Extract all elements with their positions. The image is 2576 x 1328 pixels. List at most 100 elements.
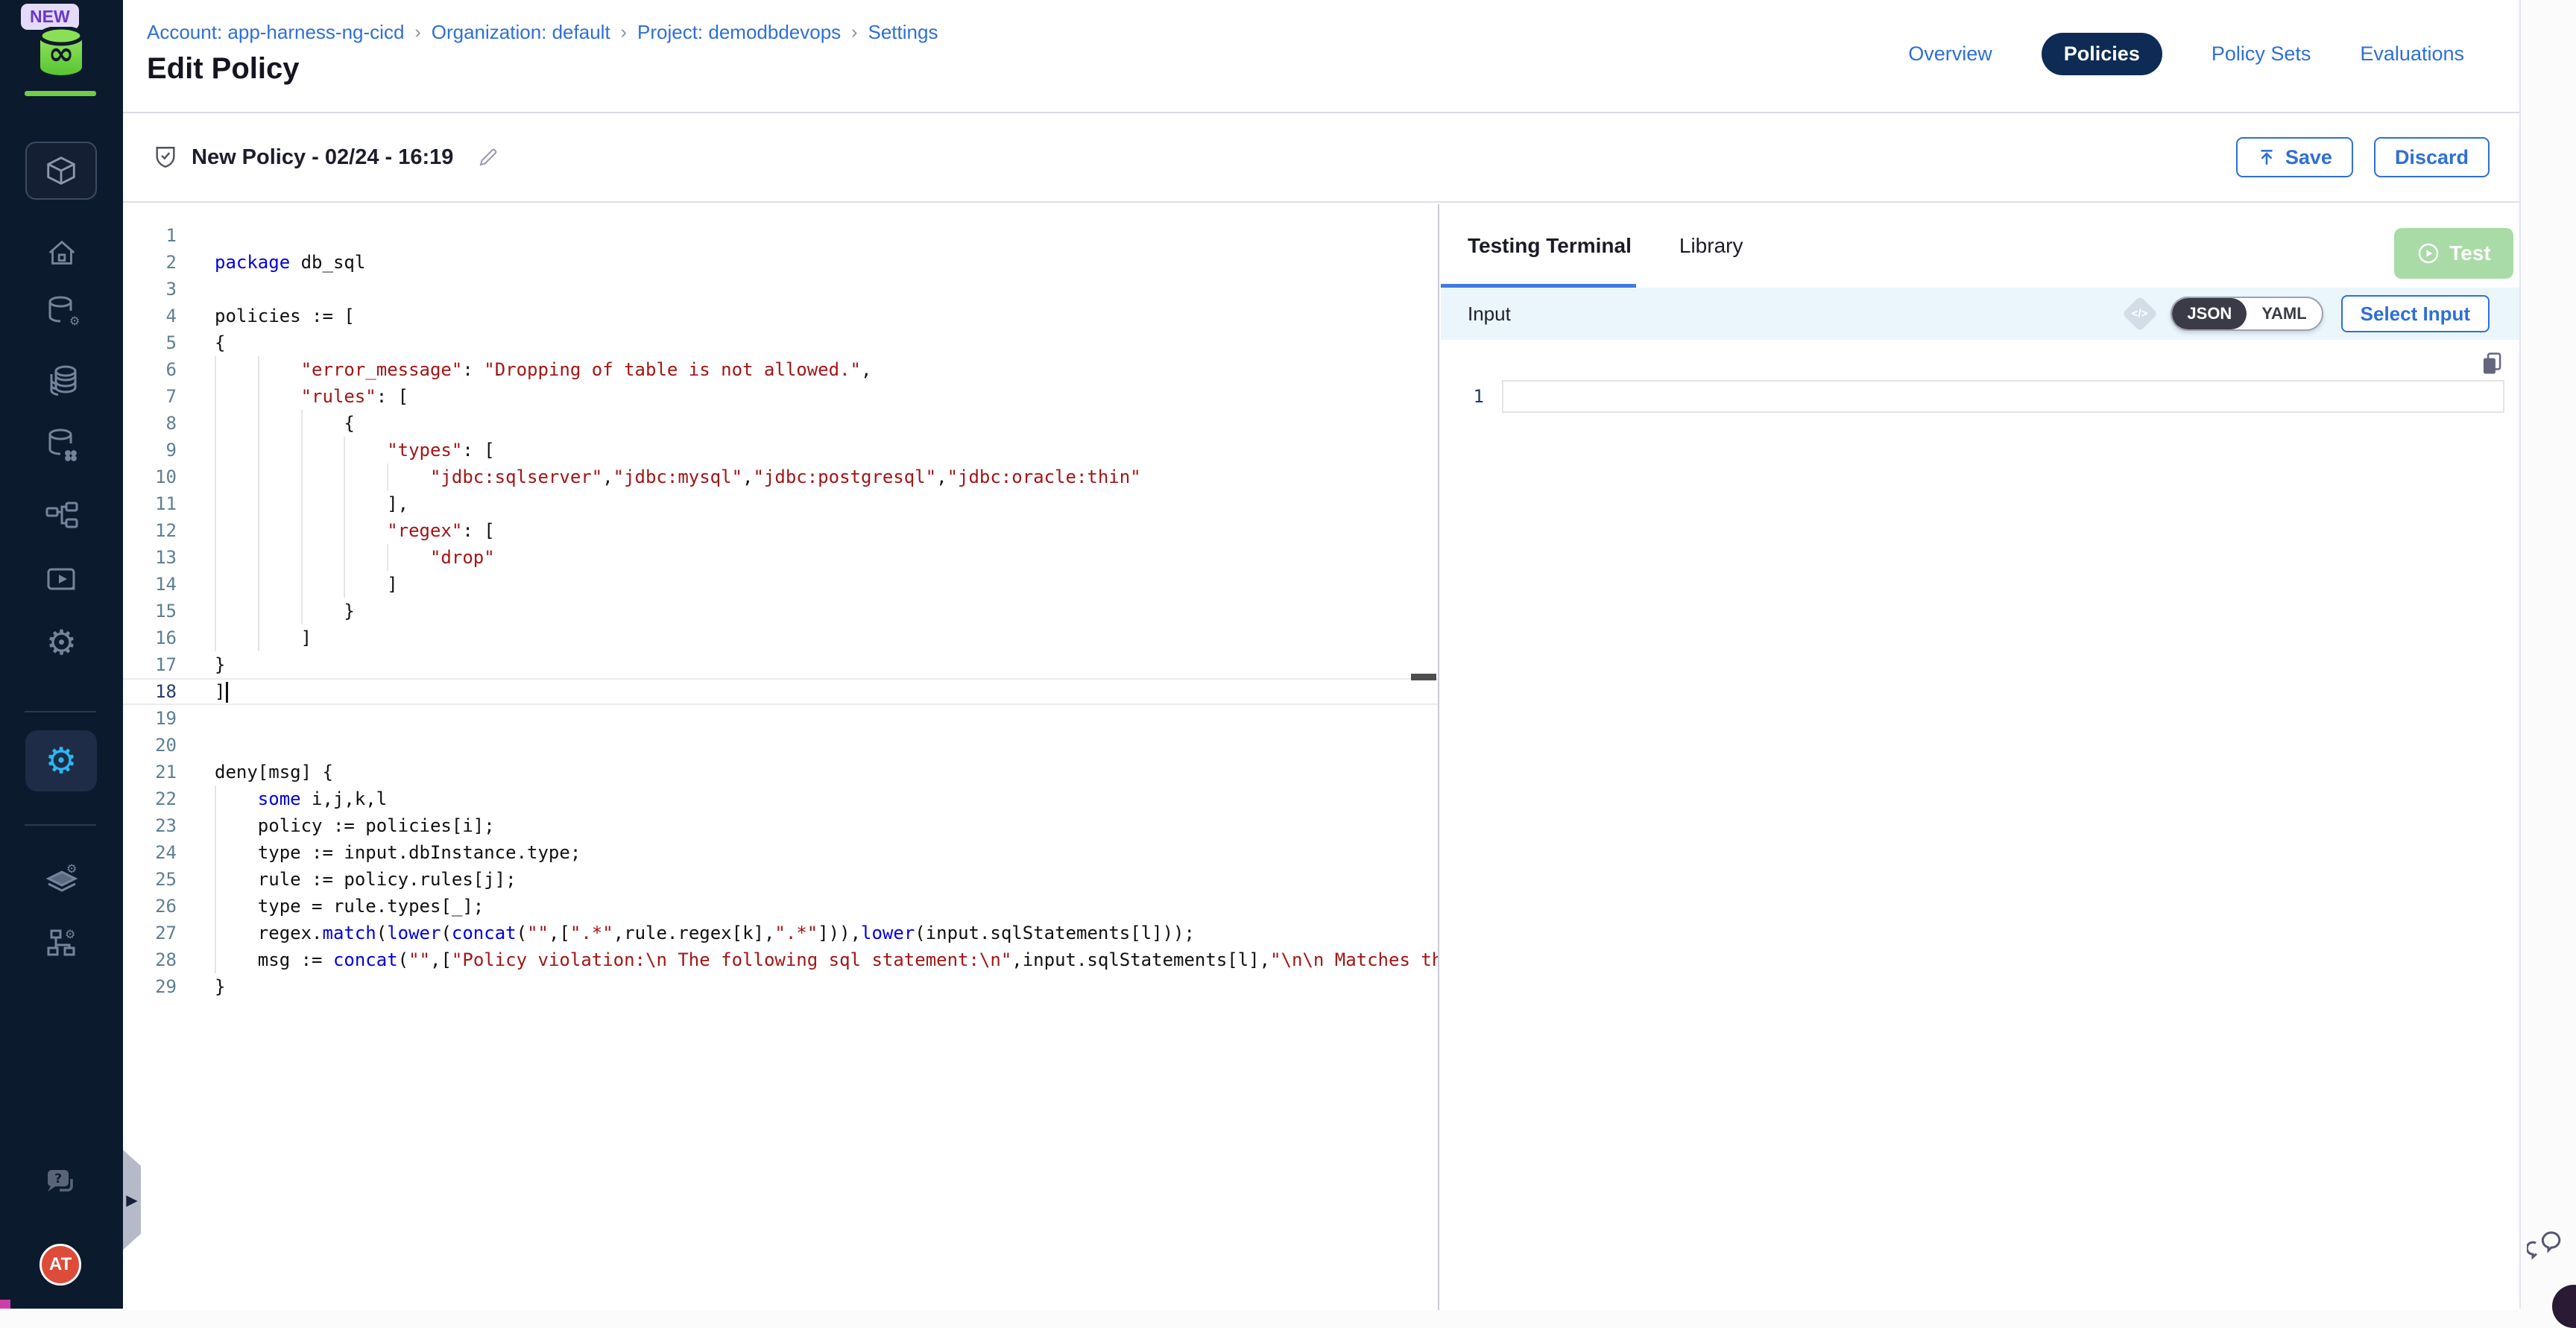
token-pl: { (215, 332, 225, 353)
code-line[interactable]: 18] (123, 678, 1438, 705)
indent-guide (215, 544, 258, 571)
line-number: 13 (123, 544, 177, 571)
code-line[interactable]: 20 (123, 732, 1438, 759)
sidebar-item-org-settings[interactable]: ⚙ (0, 919, 123, 964)
indent-guide (387, 464, 430, 490)
nav-tab-policies[interactable]: Policies (2042, 33, 2162, 75)
nav-tab-evaluations[interactable]: Evaluations (2360, 42, 2464, 66)
code-view-icon[interactable]: </> (2122, 296, 2158, 332)
sidebar-expander-handle[interactable]: ▶ (123, 1150, 141, 1250)
chat-widget-corner[interactable] (2552, 1285, 2576, 1328)
brand-logo-block[interactable]: NEW ∞ (0, 0, 123, 112)
indent-guide (344, 490, 387, 517)
sidebar-item-db-settings[interactable]: ⚙ (0, 289, 123, 334)
code-content: deny[msg] { (215, 759, 333, 785)
pencil-edit-icon[interactable] (477, 146, 499, 168)
line-number: 18 (123, 680, 177, 703)
code-line[interactable]: 17} (123, 651, 1438, 678)
code-line[interactable]: 5{ (123, 329, 1438, 356)
token-pl: ])), (818, 923, 861, 943)
line-number: 19 (123, 705, 177, 732)
panel-tab-testing-terminal[interactable]: Testing Terminal (1468, 234, 1632, 258)
code-content: ] (215, 680, 228, 703)
sidebar-item-pipelines[interactable] (0, 495, 123, 540)
format-option-yaml[interactable]: YAML (2247, 298, 2321, 329)
code-line[interactable]: 22some i,j,k,l (123, 785, 1438, 812)
input-editor[interactable]: 1 (1441, 340, 2519, 1310)
sidebar-item-db-modules[interactable] (0, 422, 123, 467)
breadcrumb-link[interactable]: Project: demodbdevops (637, 21, 841, 44)
token-str: "Policy violation:\n The following sql s… (452, 949, 1011, 970)
policy-code-editor[interactable]: 12package db_sql34policies := [5{6"error… (123, 204, 1439, 1310)
code-line[interactable]: 3 (123, 276, 1438, 303)
code-line[interactable]: 25rule := policy.rules[j]; (123, 866, 1438, 893)
indent-guide (344, 571, 387, 598)
code-line[interactable]: 24type := input.dbInstance.type; (123, 839, 1438, 866)
token-pl: { (344, 413, 354, 434)
code-line[interactable]: 9"types": [ (123, 437, 1438, 464)
sidebar-item-settings-active[interactable]: ⚙ (25, 730, 97, 791)
code-line[interactable]: 16] (123, 625, 1438, 651)
code-line[interactable]: 10"jdbc:sqlserver","jdbc:mysql","jdbc:po… (123, 464, 1438, 490)
sidebar-item-layers-settings[interactable]: ⚙ (0, 856, 123, 901)
input-current-line-box[interactable] (1502, 380, 2504, 413)
test-button[interactable]: Test (2394, 228, 2513, 279)
sidebar: NEW ∞ ⚙ (0, 0, 123, 1309)
nav-tab-overview[interactable]: Overview (1908, 42, 1992, 66)
code-line[interactable]: 12"regex": [ (123, 517, 1438, 544)
select-input-button[interactable]: Select Input (2341, 295, 2490, 332)
indent-guide (301, 517, 344, 544)
token-pl: ,rule.regex[k], (613, 923, 775, 943)
code-line[interactable]: 13"drop" (123, 544, 1438, 571)
chevron-right-icon: ▶ (126, 1191, 137, 1209)
overview-ruler-cursor-mark (1411, 674, 1436, 680)
policy-editor-card: New Policy - 02/24 - 16:19 Save Discard … (123, 112, 2519, 1309)
breadcrumb-link[interactable]: Organization: default (432, 21, 610, 44)
code-line[interactable]: 27regex.match(lower(concat("",[".*",rule… (123, 920, 1438, 946)
code-line[interactable]: 15} (123, 598, 1438, 625)
code-line[interactable]: 6"error_message": "Dropping of table is … (123, 356, 1438, 383)
code-line[interactable]: 23policy := policies[i]; (123, 812, 1438, 839)
code-line[interactable]: 26type = rule.types[_]; (123, 893, 1438, 920)
user-avatar[interactable]: AT (40, 1244, 81, 1286)
nav-tab-policy-sets[interactable]: Policy Sets (2212, 42, 2311, 66)
indent-guide (215, 946, 258, 973)
token-pl: policies := [ (215, 306, 355, 326)
code-content: "rules": [ (215, 383, 408, 410)
sidebar-item-db-stack[interactable] (0, 358, 123, 402)
code-line[interactable]: 29} (123, 973, 1438, 1000)
token-pl: rule := policy.rules[j]; (258, 869, 517, 890)
format-option-json[interactable]: JSON (2172, 298, 2247, 329)
sidebar-item-executions[interactable] (0, 557, 123, 602)
discard-button[interactable]: Discard (2374, 137, 2490, 177)
token-pl: type := input.dbInstance.type; (258, 842, 581, 863)
code-line[interactable]: 7"rules": [ (123, 383, 1438, 410)
code-content: policies := [ (215, 303, 355, 329)
code-line[interactable]: 8{ (123, 410, 1438, 437)
indent-guide (301, 464, 344, 490)
copy-icon[interactable] (2481, 352, 2503, 376)
executions-play-icon (44, 562, 80, 598)
code-line[interactable]: 28msg := concat("",["Policy violation:\n… (123, 946, 1438, 973)
sidebar-item-settings[interactable]: ⚙ (0, 620, 123, 665)
indent-guide (301, 410, 344, 437)
code-line[interactable]: 19 (123, 705, 1438, 732)
code-line[interactable]: 14] (123, 571, 1438, 598)
code-line[interactable]: 11], (123, 490, 1438, 517)
chat-bubbles-icon[interactable] (2527, 1228, 2561, 1261)
code-line[interactable]: 21deny[msg] { (123, 759, 1438, 785)
sidebar-module-selector[interactable] (25, 142, 97, 200)
code-line[interactable]: 2package db_sql (123, 249, 1438, 276)
panel-tab-library[interactable]: Library (1679, 234, 1743, 258)
sidebar-item-home[interactable] (0, 231, 123, 276)
breadcrumb-link[interactable]: Account: app-harness-ng-cicd (147, 21, 404, 44)
code-line[interactable]: 1 (123, 222, 1438, 249)
save-button[interactable]: Save (2236, 137, 2353, 177)
code-line[interactable]: 4policies := [ (123, 303, 1438, 329)
token-kw: lower (387, 923, 441, 943)
input-editor-line[interactable]: 1 (1441, 380, 2519, 413)
line-number: 28 (123, 946, 177, 973)
breadcrumb-link[interactable]: Settings (868, 21, 938, 44)
token-pl: deny[msg] { (215, 762, 333, 782)
sidebar-item-help[interactable]: ? (0, 1160, 123, 1204)
